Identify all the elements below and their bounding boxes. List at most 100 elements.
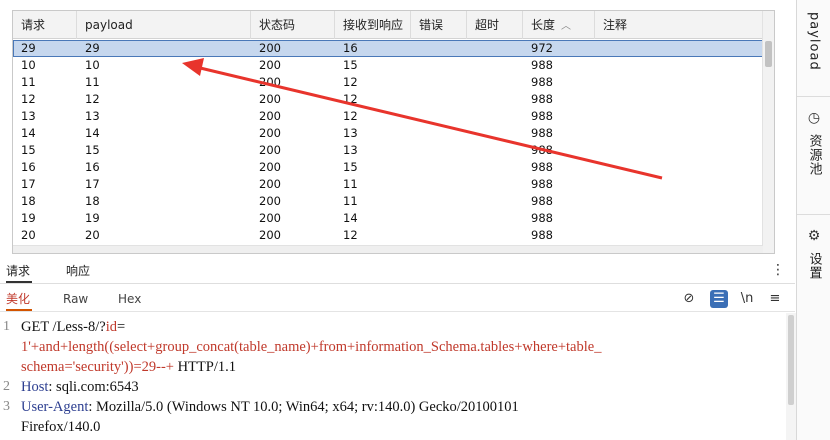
eye-off-icon[interactable]: ⊘	[680, 290, 698, 308]
cell-status-code: 200	[259, 194, 281, 208]
cell-comment	[595, 227, 603, 244]
cell-status-code: 200	[259, 160, 281, 174]
tab-pretty[interactable]: 美化	[6, 287, 32, 311]
column-header-response-received[interactable]: 接收到响应	[335, 11, 411, 39]
table-row[interactable]: 14 14 200 13 988	[13, 125, 763, 142]
menu-icon[interactable]: ≡	[766, 290, 784, 308]
cell-payload: 18	[85, 194, 100, 208]
table-row[interactable]: 13 13 200 12 988	[13, 108, 763, 125]
cell-request: 18	[21, 194, 36, 208]
code-token: =	[116, 319, 126, 335]
cell-response-received: 12	[343, 75, 358, 89]
cell-length: 988	[531, 58, 553, 72]
cell-timeout	[467, 227, 475, 244]
cell-response-received: 13	[343, 143, 358, 157]
cell-timeout	[467, 159, 475, 176]
results-table: 请求 payload 状态码 接收到响应 错误 超时 长度 ︿ 注释 29 29 20…	[12, 10, 775, 254]
cell-request: 12	[21, 92, 36, 106]
tab-request[interactable]: 请求	[6, 260, 32, 283]
cell-comment	[595, 193, 603, 210]
cell-status-code: 200	[259, 143, 281, 157]
cell-request: 11	[21, 75, 36, 89]
request-response-tabs: 请求 响应 ⋮	[0, 260, 795, 284]
cell-status-code: 200	[259, 109, 281, 123]
cell-comment	[595, 57, 603, 74]
table-row[interactable]: 15 15 200 13 988	[13, 142, 763, 159]
column-header-status-code[interactable]: 状态码	[251, 11, 335, 39]
cell-response-received: 15	[343, 58, 358, 72]
editor-scrollbar[interactable]	[786, 313, 796, 440]
chevron-up-icon: ︿	[561, 21, 572, 32]
cell-timeout	[467, 40, 475, 57]
newline-icon[interactable]: \n	[738, 290, 756, 308]
table-row[interactable]: 11 11 200 12 988	[13, 74, 763, 91]
cell-timeout	[467, 91, 475, 108]
scrollbar-thumb[interactable]	[765, 41, 772, 67]
table-row[interactable]: 12 12 200 12 988	[13, 91, 763, 108]
cell-payload: 13	[85, 109, 100, 123]
rail-divider	[797, 214, 830, 215]
rail-item-resource-pool[interactable]: ◷ 资源池	[797, 110, 830, 180]
cell-status-code: 200	[259, 75, 281, 89]
table-row[interactable]: 16 16 200 15 988	[13, 159, 763, 176]
tab-hex[interactable]: Hex	[118, 287, 144, 311]
side-rail: payload ◷ 资源池 ⚙ 设置	[796, 0, 830, 440]
scrollbar-thumb[interactable]	[788, 315, 794, 405]
cell-status-code: 200	[259, 126, 281, 140]
cell-response-received: 13	[343, 126, 358, 140]
column-header-payload[interactable]: payload	[77, 11, 251, 39]
code-text: Host: sqli.com:6543	[21, 377, 139, 397]
cell-comment	[595, 40, 603, 57]
cell-request: 29	[21, 41, 36, 55]
column-header-length[interactable]: 长度 ︿	[523, 11, 595, 39]
line-number: 2	[3, 379, 10, 394]
table-row[interactable]: 17 17 200 11 988	[13, 176, 763, 193]
table-row[interactable]: 10 10 200 15 988	[13, 57, 763, 74]
cell-error	[411, 193, 419, 210]
line-number: 3	[3, 399, 10, 414]
rail-item-settings[interactable]: ⚙ 设置	[797, 228, 830, 284]
cell-error	[411, 74, 419, 91]
cell-timeout	[467, 108, 475, 125]
table-row[interactable]: 29 29 200 16 972	[13, 40, 763, 57]
code-line[interactable]: 1 GET /Less-8/?id=	[0, 317, 786, 337]
more-options-icon[interactable]: ⋮	[771, 262, 785, 278]
code-line[interactable]: schema='security'))=29--+ HTTP/1.1	[0, 357, 786, 377]
tab-response[interactable]: 响应	[66, 260, 92, 283]
table-row[interactable]: 20 20 200 12 988	[13, 227, 763, 244]
code-line[interactable]: Firefox/140.0	[0, 417, 786, 437]
clock-icon: ◷	[807, 110, 821, 126]
cell-error	[411, 159, 419, 176]
column-header-request[interactable]: 请求	[13, 11, 77, 39]
code-text: schema='security'))=29--+ HTTP/1.1	[21, 357, 236, 377]
column-header-comment[interactable]: 注释	[595, 11, 763, 39]
tab-raw[interactable]: Raw	[63, 287, 89, 311]
cell-status-code: 200	[259, 177, 281, 191]
wrap-icon[interactable]: ☰	[710, 290, 728, 308]
code-token: Host	[21, 379, 49, 395]
code-token: Firefox/140.0	[21, 419, 101, 435]
cell-request: 20	[21, 228, 36, 242]
rail-item-payload[interactable]: payload	[797, 12, 830, 75]
code-token: HTTP/1.1	[173, 359, 236, 375]
code-text: GET /Less-8/?id=	[21, 317, 125, 337]
column-header-timeout[interactable]: 超时	[467, 11, 523, 39]
table-vertical-scrollbar[interactable]	[762, 11, 774, 253]
cell-request: 14	[21, 126, 36, 140]
code-token: : Mozilla/5.0 (Windows NT 10.0; Win64; x…	[88, 399, 519, 415]
code-line[interactable]: 3 User-Agent: Mozilla/5.0 (Windows NT 10.…	[0, 397, 786, 417]
table-horizontal-scrollbar[interactable]	[13, 245, 763, 253]
request-editor[interactable]: 1 GET /Less-8/?id= 1'+and+length((select+g…	[0, 313, 786, 440]
table-row[interactable]: 18 18 200 11 988	[13, 193, 763, 210]
code-token: : sqli.com:6543	[48, 379, 139, 395]
cell-request: 17	[21, 177, 36, 191]
cell-comment	[595, 176, 603, 193]
code-line[interactable]: 2 Host: sqli.com:6543	[0, 377, 786, 397]
cell-request: 19	[21, 211, 36, 225]
cell-length: 988	[531, 92, 553, 106]
column-header-error[interactable]: 错误	[411, 11, 467, 39]
cell-payload: 29	[85, 41, 100, 55]
cell-comment	[595, 91, 603, 108]
table-row[interactable]: 19 19 200 14 988	[13, 210, 763, 227]
code-line[interactable]: 1'+and+length((select+group_concat(table…	[0, 337, 786, 357]
